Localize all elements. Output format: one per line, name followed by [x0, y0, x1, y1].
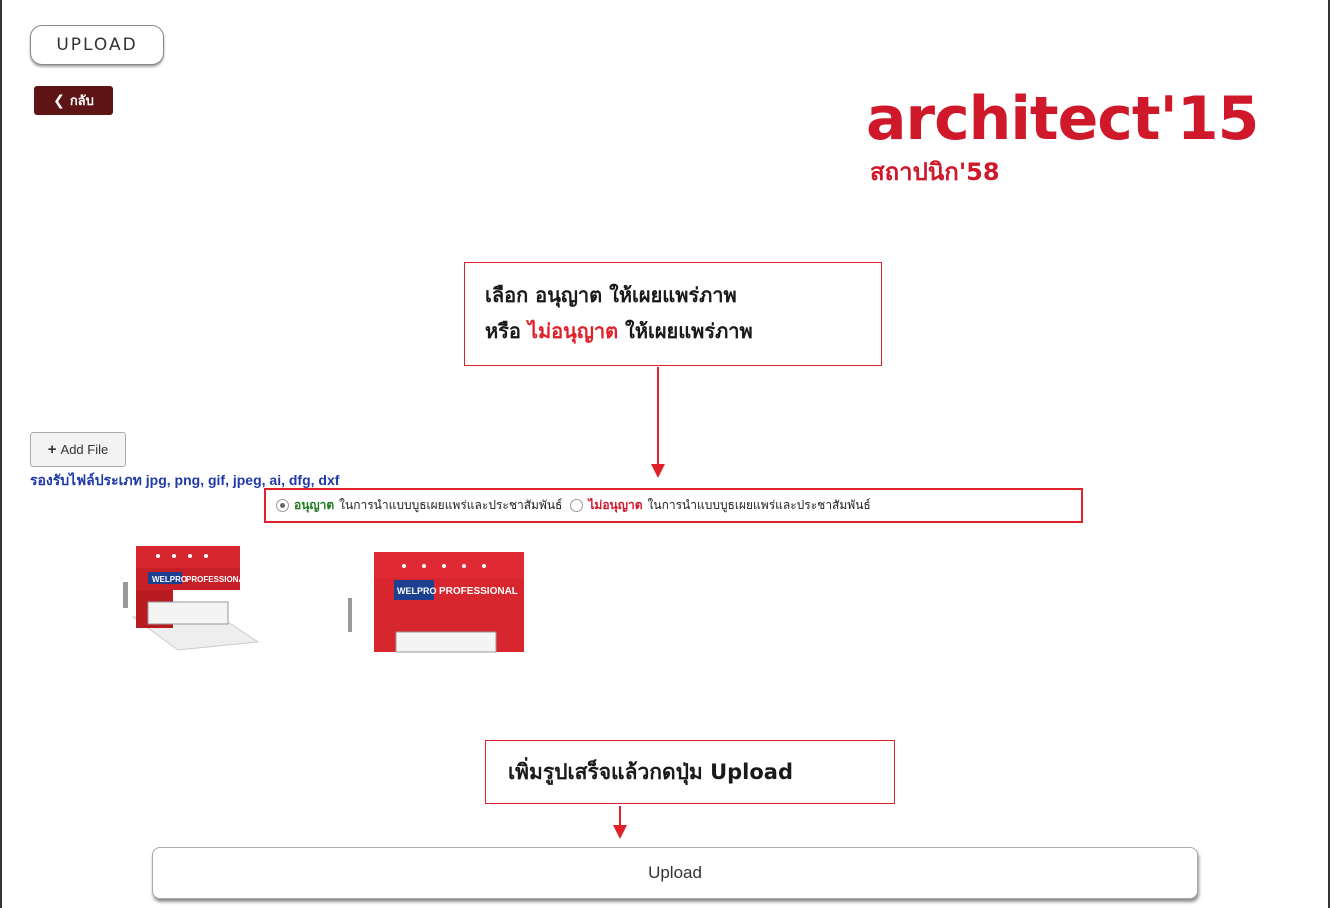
radio-deny[interactable] — [570, 499, 584, 512]
thumb-2-brand: WELPRO — [397, 586, 437, 596]
deny-description: ในการนำแบบบูธเผยแพร่และประชาสัมพันธ์ — [647, 498, 871, 512]
radio-allow[interactable] — [276, 499, 289, 512]
logo-main-text: architect'15 — [866, 84, 1259, 154]
deny-label: ไม่อนุญาต — [588, 498, 643, 512]
thumb-1-title: PROFESSIONAL — [186, 575, 249, 584]
back-button-label: กลับ — [69, 94, 94, 109]
thumb-1-brand: WELPRO — [152, 575, 187, 584]
callout-deny-highlight: ไม่อนุญาต — [527, 319, 619, 343]
architect-logo: architect'15 สถาปนิก'58 — [866, 84, 1306, 194]
add-file-button[interactable]: + Add File — [30, 432, 126, 467]
callout-line-1: เลือก อนุญาต ให้เผยแพร่ภาพ — [485, 283, 737, 307]
thumb-2-title: PROFESSIONAL — [439, 586, 518, 597]
permission-callout: เลือก อนุญาต ให้เผยแพร่ภาพ หรือ ไม่อนุญา… — [464, 262, 882, 366]
allow-description: ในการนำแบบบูธเผยแพร่และประชาสัมพันธ์ — [339, 498, 563, 512]
booth-thumbnail-2[interactable]: WELPRO PROFESSIONAL — [344, 548, 534, 660]
arrow-down-icon — [613, 825, 627, 839]
callout-line-2-prefix: หรือ — [485, 319, 528, 343]
upload-hint-callout: เพิ่มรูปเสร็จแล้วกดปุ่ม Upload — [485, 740, 895, 804]
back-button[interactable]: ❮ กลับ — [34, 86, 113, 115]
callout-line-2-suffix: ให้เผยแพร่ภาพ — [618, 319, 753, 343]
upload-tab[interactable]: UPLOAD — [30, 25, 164, 65]
logo-sub-text: สถาปนิก'58 — [870, 158, 1000, 186]
upload-button[interactable]: Upload — [152, 847, 1198, 899]
add-file-label: Add File — [60, 442, 109, 457]
callout-arrow-line — [657, 367, 659, 467]
chevron-left-icon: ❮ — [53, 92, 65, 109]
allow-label: อนุญาต — [294, 498, 335, 512]
page-border-left — [0, 0, 2, 908]
booth-thumbnail-1[interactable]: WELPRO PROFESSIONAL — [118, 542, 263, 652]
permission-radio-group: อนุญาต ในการนำแบบบูธเผยแพร่และประชาสัมพั… — [264, 488, 1083, 523]
callout-line-2: หรือ ไม่อนุญาต ให้เผยแพร่ภาพ — [485, 313, 881, 349]
arrow-down-icon — [651, 464, 665, 478]
plus-icon: + — [47, 441, 57, 458]
